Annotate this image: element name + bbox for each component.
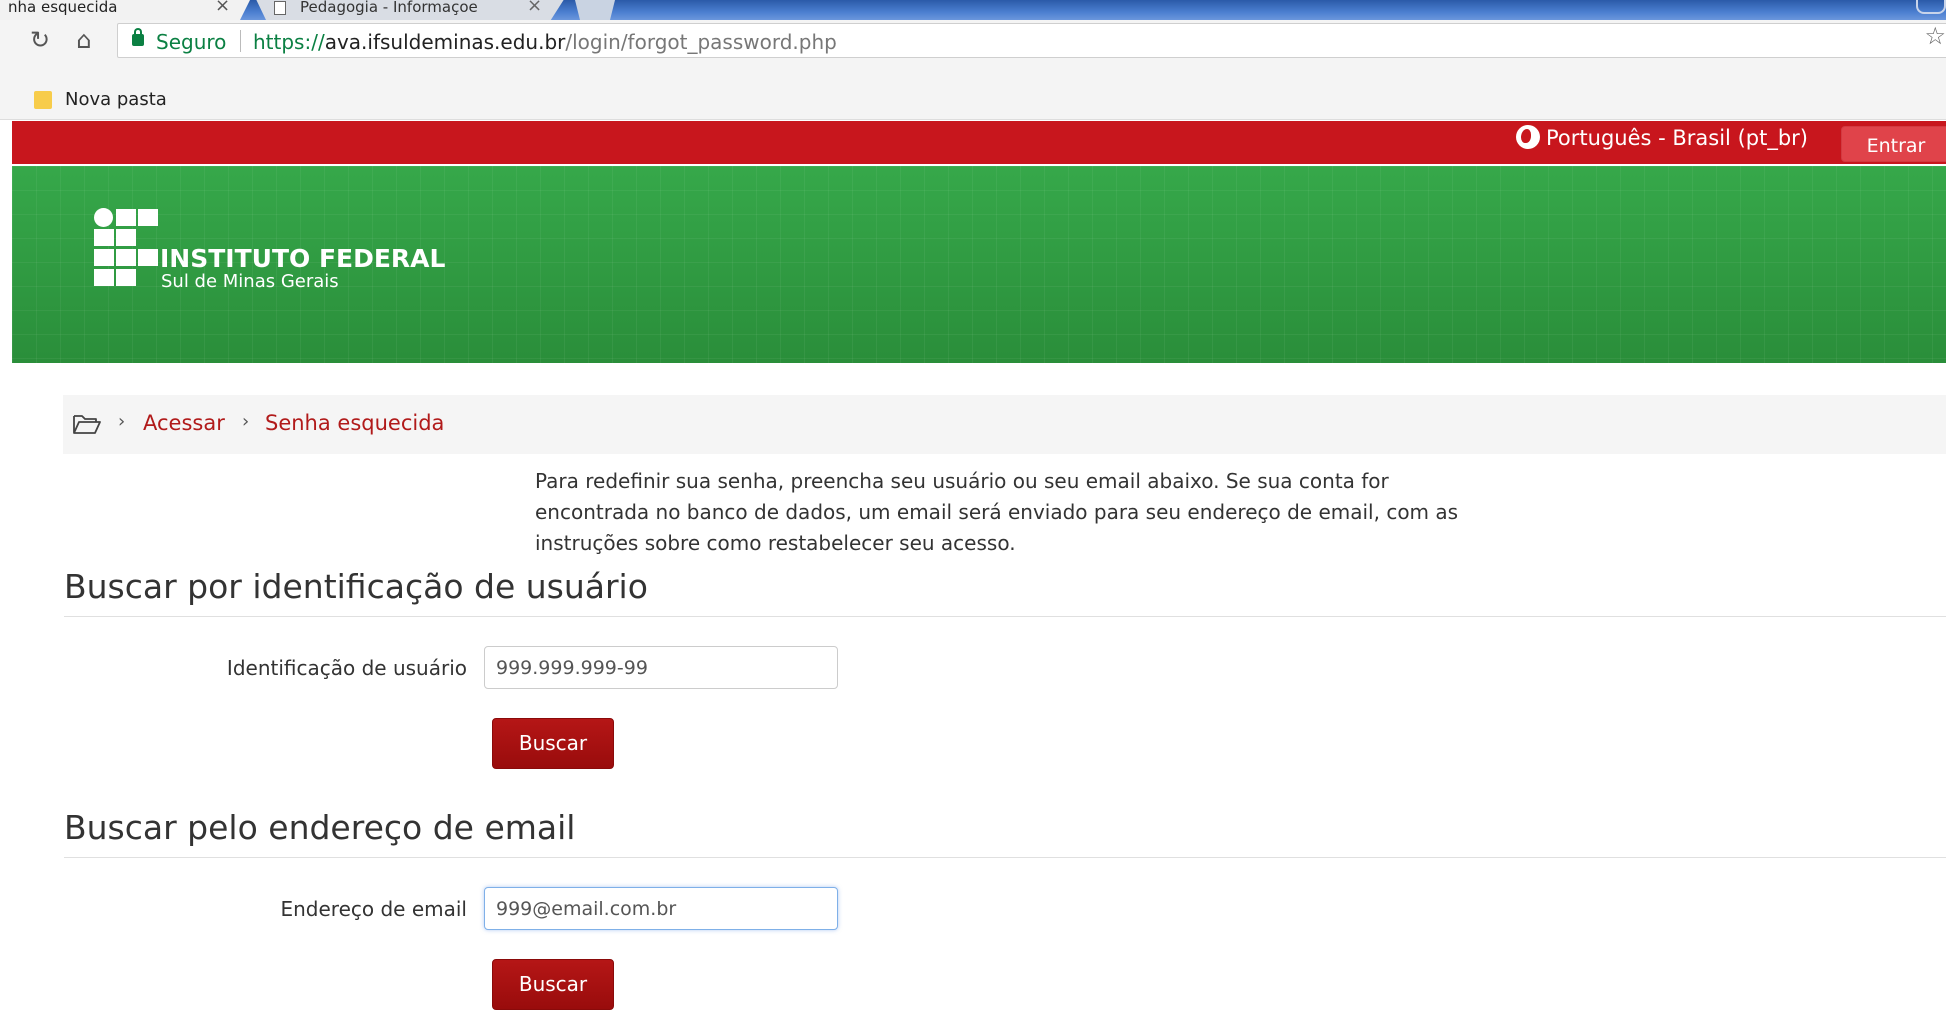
address-bar[interactable]: Seguro https://ava.ifsuldeminas.edu.br/l… — [117, 23, 1946, 58]
browser-tab-inactive[interactable]: Pedagogia - Informaçoe × — [256, 0, 564, 20]
username-section-title: Buscar por identificação de usuário — [64, 567, 648, 606]
lock-icon — [132, 28, 144, 46]
folder-icon — [34, 91, 52, 109]
tab-title: Pedagogia - Informaçoe — [300, 0, 478, 16]
logo-square — [138, 249, 158, 266]
logo-square — [94, 269, 114, 286]
bookmarks-bar: Nova pasta — [0, 62, 1946, 120]
logo-square — [94, 249, 114, 266]
url-scheme: https:// — [253, 30, 325, 54]
logo-square — [116, 209, 136, 226]
page-icon — [274, 1, 286, 15]
logo-square — [116, 269, 136, 286]
browser-tab-active[interactable]: nha esquecida × — [0, 0, 250, 20]
site-header: INSTITUTO FEDERAL Sul de Minas Gerais — [12, 166, 1946, 363]
logo-title: INSTITUTO FEDERAL — [160, 244, 446, 273]
breadcrumb: › Acessar › Senha esquecida — [63, 395, 1946, 454]
email-search-button[interactable]: Buscar — [492, 959, 614, 1010]
close-tab-icon[interactable]: × — [527, 0, 542, 15]
url-path: /login/forgot_password.php — [565, 30, 837, 54]
home-icon[interactable]: ⌂ — [70, 26, 98, 54]
logo-square — [116, 249, 136, 266]
close-tab-icon[interactable]: × — [215, 0, 230, 15]
email-section-title: Buscar pelo endereço de email — [64, 808, 576, 847]
reload-icon[interactable]: ↻ — [26, 26, 54, 54]
omnibox-divider — [240, 30, 241, 52]
url-host: ava.ifsuldeminas.edu.br — [324, 30, 566, 54]
logo-circle — [94, 208, 113, 227]
site-navbar: Português - Brasil (pt_br) Entrar — [12, 121, 1946, 164]
breadcrumb-separator: › — [242, 411, 250, 432]
email-input[interactable] — [484, 887, 838, 930]
language-menu[interactable]: Português - Brasil (pt_br) — [1516, 125, 1808, 150]
logo-square — [94, 229, 114, 246]
url-text[interactable]: https://ava.ifsuldeminas.edu.br/login/fo… — [253, 30, 837, 54]
window-control-button[interactable] — [1916, 0, 1946, 14]
language-label: Português - Brasil (pt_br) — [1546, 126, 1808, 150]
folder-open-icon — [73, 415, 101, 434]
section-divider — [64, 616, 1946, 617]
browser-toolbar: ↻ ⌂ Seguro https://ava.ifsuldeminas.edu.… — [0, 20, 1946, 62]
section-divider — [64, 857, 1946, 858]
username-field-label: Identificação de usuário — [226, 656, 467, 680]
secure-label: Seguro — [156, 30, 227, 54]
breadcrumb-link-senha-esquecida[interactable]: Senha esquecida — [265, 411, 444, 435]
new-tab-button[interactable] — [575, 0, 615, 20]
username-search-button[interactable]: Buscar — [492, 718, 614, 769]
login-button[interactable]: Entrar — [1841, 126, 1946, 162]
bookmark-star-icon[interactable]: ☆ — [1924, 22, 1946, 50]
logo-square — [116, 229, 136, 246]
logo-subtitle: Sul de Minas Gerais — [161, 271, 339, 292]
email-field-label: Endereço de email — [280, 897, 467, 921]
bookmark-folder-label[interactable]: Nova pasta — [65, 89, 167, 110]
globe-icon — [1516, 125, 1540, 149]
tab-title: nha esquecida — [8, 0, 118, 16]
browser-tab-strip: nha esquecida × Pedagogia - Informaçoe × — [0, 0, 1946, 20]
username-input[interactable] — [484, 646, 838, 689]
logo-square — [138, 209, 158, 226]
intro-text: Para redefinir sua senha, preencha seu u… — [535, 469, 1459, 555]
breadcrumb-separator: › — [118, 411, 126, 432]
breadcrumb-link-acessar[interactable]: Acessar — [143, 411, 225, 435]
